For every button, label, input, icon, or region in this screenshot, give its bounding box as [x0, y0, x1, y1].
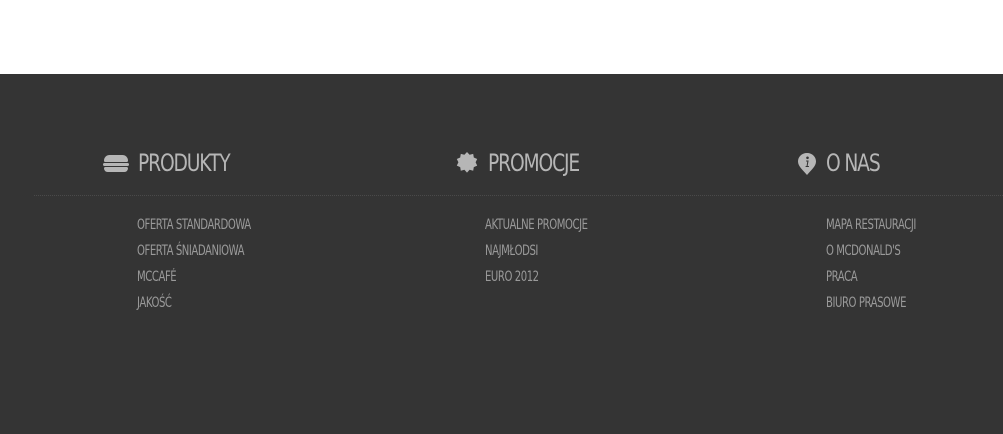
footer-link-euro-2012[interactable]: EURO 2012 [485, 264, 539, 290]
footer-link-o-mcdonalds[interactable]: O MCDONALD'S [826, 238, 901, 264]
footer-link-mccafe[interactable]: MCCAFÉ [137, 264, 177, 290]
footer-link-list: OFERTA STANDARDOWA OFERTA ŚNIADANIOWA MC… [137, 212, 295, 316]
footer-link-list: AKTUALNE PROMOCJE NAJMŁODSI EURO 2012 [485, 212, 627, 290]
site-footer: PRODUKTY OFERTA STANDARDOWA OFERTA ŚNIAD… [0, 74, 1003, 434]
column-title: O NAS [826, 149, 881, 177]
column-title: PRODUKTY [138, 149, 231, 177]
footer-link-aktualne-promocje[interactable]: AKTUALNE PROMOCJE [485, 212, 588, 238]
info-pin-icon [797, 152, 817, 175]
top-blank-area [0, 0, 1003, 74]
footer-link-mapa-restauracji[interactable]: MAPA RESTAURACJI [826, 212, 916, 238]
footer-link-jakosc[interactable]: JAKOŚĆ [137, 290, 172, 316]
footer-link-list: MAPA RESTAURACJI O MCDONALD'S PRACA BIUR… [826, 212, 951, 316]
column-title: PROMOCJE [488, 149, 580, 177]
footer-link-oferta-sniadaniowa[interactable]: OFERTA ŚNIADANIOWA [137, 238, 245, 264]
column-heading-o-nas: O NAS [797, 148, 895, 178]
column-heading-produkty: PRODUKTY [103, 148, 255, 178]
footer-link-oferta-standardowa[interactable]: OFERTA STANDARDOWA [137, 212, 251, 238]
column-heading-promocje: PROMOCJE [456, 148, 605, 178]
burger-icon [103, 152, 129, 174]
footer-link-biuro-prasowe[interactable]: BIURO PRASOWE [826, 290, 906, 316]
footer-link-najmlodsi[interactable]: NAJMŁODSI [485, 238, 538, 264]
badge-icon [456, 152, 480, 174]
footer-divider [34, 195, 1003, 196]
footer-link-praca[interactable]: PRACA [826, 264, 858, 290]
